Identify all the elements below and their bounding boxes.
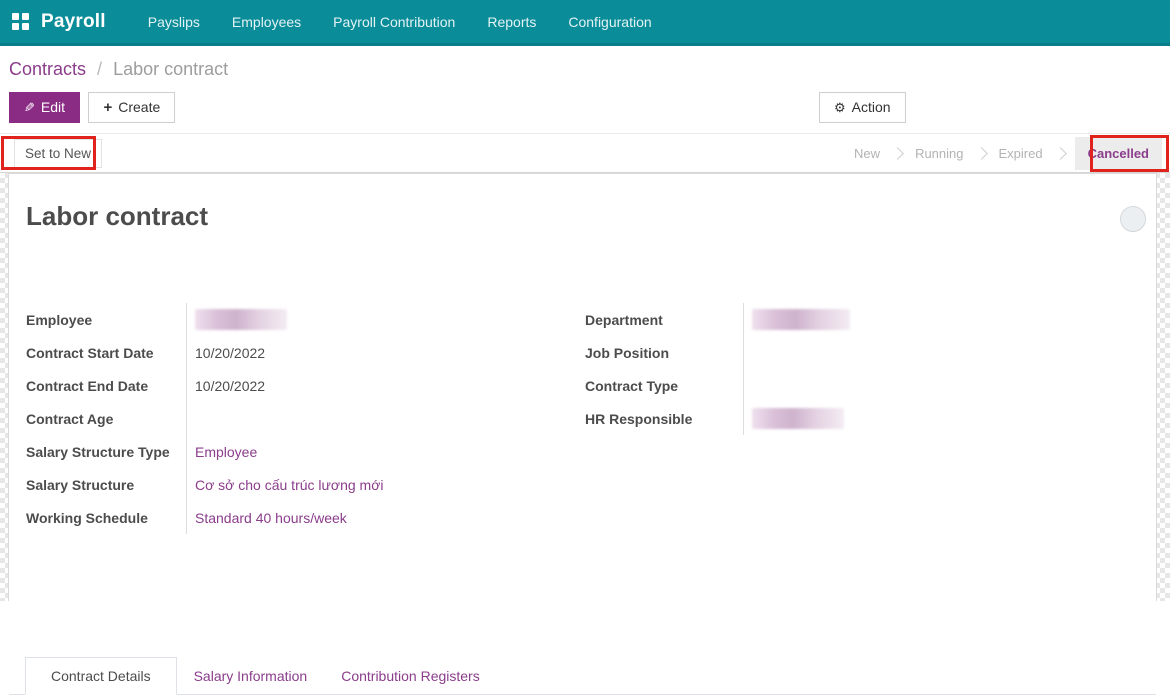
field-label: Employee [26,311,93,328]
field-contract-type: Contract Type [585,369,1130,402]
nav-item-payroll-contribution[interactable]: Payroll Contribution [317,0,471,44]
gear-icon: ⚙ [834,100,846,115]
field-contract-end-date: Contract End Date 10/20/2022 [26,369,569,402]
field-contract-start-date: Contract Start Date 10/20/2022 [26,336,569,369]
apps-grid-icon[interactable] [12,13,29,30]
breadcrumb-current: Labor contract [113,59,229,79]
stage-expired[interactable]: Expired [986,146,1056,161]
action-button-label: Action [851,99,891,115]
contract-end-date-value: 10/20/2022 [186,369,569,402]
tab-salary-information[interactable]: Salary Information [177,658,325,694]
stage-new[interactable]: New [841,146,893,161]
stage-cancelled[interactable]: Cancelled [1074,136,1162,170]
field-label: Contract Type [585,377,679,394]
control-panel-buttons: ✎ Edit + Create ⚙ Action [0,92,1170,124]
breadcrumb: Contracts / Labor contract [0,46,1170,85]
field-label: Job Position [585,344,669,361]
apps-grid-square [12,13,19,20]
field-label: Salary Structure [26,476,135,493]
field-label: Working Schedule [26,509,148,526]
action-button[interactable]: ⚙ Action [819,92,906,123]
apps-grid-square [22,23,29,30]
field-hr-responsible: HR Responsible [585,402,1130,435]
contract-type-value [743,369,1130,402]
page-title: Labor contract [26,201,209,231]
avatar[interactable] [1120,206,1146,232]
field-salary-structure: Salary Structure Cơ sở cho cấu trúc lươn… [26,468,569,501]
create-button-label: Create [118,99,161,115]
contract-form-sheet: Labor contract Employee Contract Start D… [8,173,1157,695]
notebook-tabs: Contract Details Salary Information Cont… [9,655,1156,695]
field-department: Department [585,303,1130,336]
field-group-left: Employee Contract Start Date 10/20/2022 … [26,303,569,534]
apps-grid-square [12,23,19,30]
nav-item-reports[interactable]: Reports [471,0,552,44]
breadcrumb-contracts[interactable]: Contracts [9,59,86,79]
field-groups: Employee Contract Start Date 10/20/2022 … [26,303,1156,534]
top-navbar: Payroll Payslips Employees Payroll Contr… [0,0,1170,46]
apps-grid-square [22,13,29,20]
field-working-schedule: Working Schedule Standard 40 hours/week [26,501,569,534]
nav-item-configuration[interactable]: Configuration [552,0,667,44]
set-to-new-button[interactable]: Set to New [14,138,103,168]
app-name[interactable]: Payroll [41,11,106,33]
chevron-right-icon [1053,146,1067,160]
field-label: Contract End Date [26,377,149,394]
field-label: Contract Start Date [26,344,154,361]
field-label: HR Responsible [585,410,693,427]
form-statusbar: Set to New New Running Expired Cancelled [0,133,1170,173]
redacted-department-value[interactable] [752,309,850,330]
field-job-position: Job Position [585,336,1130,369]
contract-start-date-value: 10/20/2022 [186,336,569,369]
status-pipeline: New Running Expired Cancelled [841,136,1164,170]
working-schedule-link[interactable]: Standard 40 hours/week [186,501,569,534]
nav-item-payslips[interactable]: Payslips [132,0,216,44]
field-contract-age: Contract Age [26,402,569,435]
field-salary-structure-type: Salary Structure Type Employee [26,435,569,468]
job-position-value [743,336,1130,369]
contract-age-value [186,402,569,435]
field-group-right: Department Job Position Contract Type HR… [585,303,1130,534]
field-employee: Employee [26,303,569,336]
plus-icon: + [103,99,113,116]
notebook: Contract Details Salary Information Cont… [9,534,1156,695]
tab-contribution-registers[interactable]: Contribution Registers [324,658,497,694]
edit-button-label: Edit [40,99,66,115]
redacted-hr-responsible-value[interactable] [752,408,844,429]
form-view-background: Labor contract Employee Contract Start D… [0,173,1170,695]
pencil-icon: ✎ [24,100,35,115]
nav-item-employees[interactable]: Employees [216,0,317,44]
breadcrumb-separator: / [97,59,103,79]
salary-structure-link[interactable]: Cơ sở cho cấu trúc lương mới [186,468,569,501]
salary-structure-type-link[interactable]: Employee [186,435,569,468]
field-label: Salary Structure Type [26,443,170,460]
field-label: Contract Age [26,410,114,427]
redacted-employee-value[interactable] [195,309,287,330]
tab-contract-details[interactable]: Contract Details [25,657,177,695]
stage-running[interactable]: Running [902,146,976,161]
create-button[interactable]: + Create [88,92,176,123]
field-label: Department [585,311,663,328]
edit-button[interactable]: ✎ Edit [9,92,81,123]
